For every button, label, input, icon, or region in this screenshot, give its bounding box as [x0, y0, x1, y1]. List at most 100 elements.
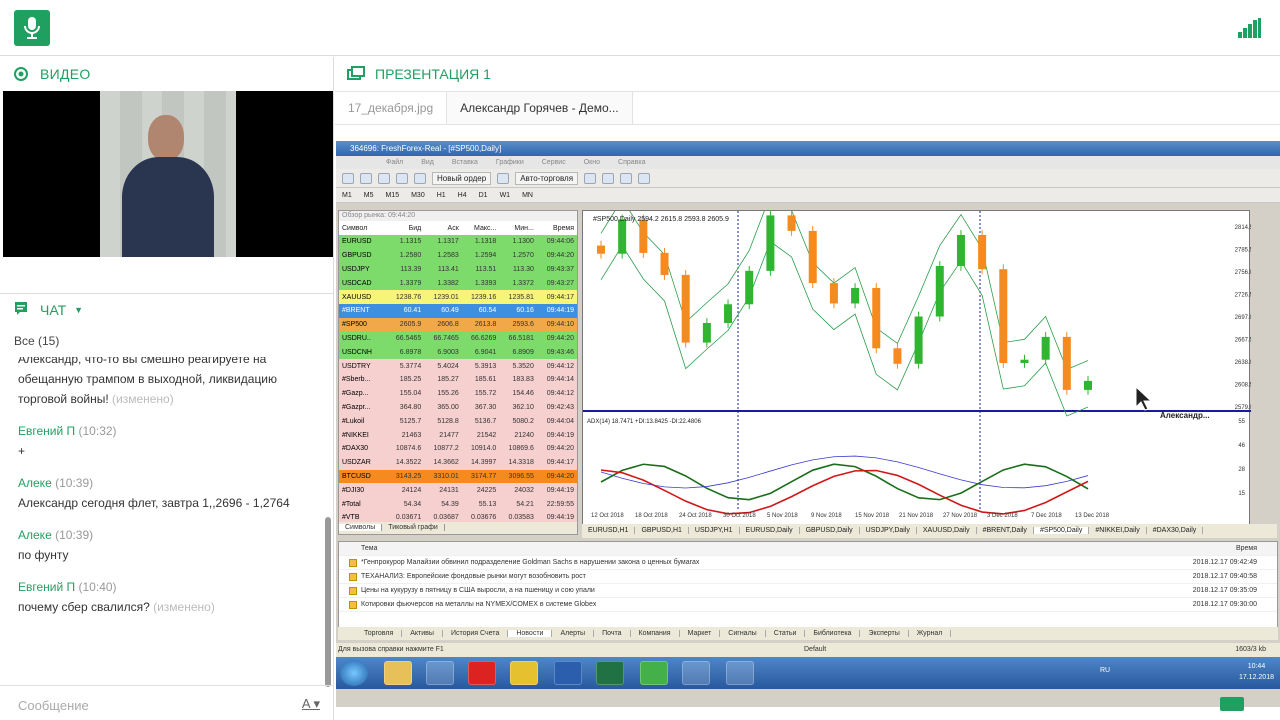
chart-tab[interactable]: #BRENT,Daily: [976, 527, 1034, 534]
mt-menu-item[interactable]: Справка: [618, 159, 645, 166]
terminal-tab[interactable]: Алерты: [552, 630, 595, 637]
tab-symbols[interactable]: Символы: [339, 524, 383, 531]
tab-demo[interactable]: Александр Горячев - Демо...: [447, 92, 633, 124]
tab-image[interactable]: 17_декабря.jpg: [335, 92, 448, 124]
excel-icon[interactable]: [596, 661, 624, 685]
chat-header[interactable]: ЧАТ ▼: [0, 293, 334, 325]
mt-menu-item[interactable]: Сервис: [542, 159, 566, 166]
zoom-in-icon[interactable]: [620, 172, 633, 184]
microphone-logo-icon[interactable]: [14, 10, 50, 46]
terminal-tab[interactable]: Компания: [630, 630, 680, 637]
mw-row[interactable]: #DAX30 10874.6 10877.2 10914.0 10869.6 09:44:…: [339, 441, 577, 456]
app-icon[interactable]: [426, 661, 454, 685]
chat-scrollbar[interactable]: [325, 517, 331, 687]
mw-row[interactable]: #NIKKEI 21463 21477 21542 21240 09:44:19: [339, 428, 577, 442]
bar-chart-icon[interactable]: [584, 172, 597, 184]
mw-col-header[interactable]: Аск: [424, 221, 462, 235]
terminal-tab[interactable]: Новости: [508, 630, 553, 637]
mw-row[interactable]: EURUSD 1.1315 1.1317 1.1318 1.1300 09:44:06: [339, 235, 577, 249]
period-button[interactable]: W1: [500, 192, 511, 199]
mw-row[interactable]: USDZAR 14.3522 14.3662 14.3997 14.3318 09:44:…: [339, 455, 577, 470]
mw-row[interactable]: USDTRY 5.3774 5.4024 5.3913 5.3520 09:44:12: [339, 359, 577, 373]
news-row[interactable]: *Генпрокурор Малайзии обвинил подразделе…: [339, 556, 1277, 570]
terminal-tab[interactable]: Сигналы: [720, 630, 766, 637]
window-icon[interactable]: [682, 661, 710, 685]
mw-row[interactable]: XAUUSD 1238.76 1239.01 1239.16 1235.81 09:44:…: [339, 290, 577, 304]
chart-tab[interactable]: #NIKKEI,Daily: [1089, 527, 1147, 534]
video-stream[interactable]: [3, 91, 333, 257]
terminal-tab[interactable]: Библиотека: [805, 630, 861, 637]
mt-menu-item[interactable]: Файл: [386, 159, 403, 166]
terminal-tab[interactable]: Почта: [594, 630, 631, 637]
mw-row[interactable]: #Total 54.34 54.39 55.13 54.21 22:59:55: [339, 497, 577, 511]
window2-icon[interactable]: [726, 661, 754, 685]
chrome-icon[interactable]: [510, 661, 538, 685]
chart-tab[interactable]: EURUSD,Daily: [739, 527, 800, 534]
terminal-tab[interactable]: Маркет: [679, 630, 721, 637]
period-button[interactable]: H1: [437, 192, 446, 199]
chat-filter[interactable]: Все (15): [14, 334, 59, 348]
message-composer[interactable]: Сообщение A ▾: [0, 685, 334, 720]
mw-row[interactable]: USDCNH 6.8978 6.9003 6.9041 6.8909 09:43:46: [339, 345, 577, 360]
news-row[interactable]: Цены на кукурузу в пятницу в США выросли…: [339, 584, 1277, 598]
mw-col-header[interactable]: Макс...: [461, 221, 500, 235]
new-chart-icon[interactable]: [342, 172, 354, 184]
chart-tab[interactable]: GBPUSD,Daily: [799, 527, 860, 534]
terminal-icon[interactable]: [414, 172, 426, 184]
chart-tab[interactable]: USDJPY,H1: [688, 527, 740, 534]
mw-col-header[interactable]: Символ: [339, 221, 387, 235]
news-row[interactable]: ТЕХАНАЛИЗ: Европейские фондовые рынки мо…: [339, 570, 1277, 584]
mw-row[interactable]: #Gazp... 155.04 155.26 155.72 154.46 09:44:12: [339, 386, 577, 401]
text-format-button[interactable]: A ▾: [302, 696, 320, 712]
tab-tick-chart[interactable]: Тиковый графи: [382, 524, 445, 531]
mw-row[interactable]: #Sberb... 185.25 185.27 185.61 183.83 09:44:1…: [339, 372, 577, 387]
period-button[interactable]: M15: [385, 192, 399, 199]
chart-tab[interactable]: EURUSD,H1: [582, 527, 636, 534]
autotrade-button[interactable]: Авто-торговля: [515, 171, 579, 185]
metatrader-icon[interactable]: [640, 661, 668, 685]
chart-tab[interactable]: #DAX30,Daily: [1146, 527, 1204, 534]
news-row[interactable]: Котировки фьючерсов на металлы на NYMEX/…: [339, 598, 1277, 612]
mw-row[interactable]: #SP500 2605.9 2606.8 2613.8 2593.6 09:44:10: [339, 317, 577, 332]
chat-dropdown-icon[interactable]: ▼: [74, 305, 83, 315]
mw-col-header[interactable]: Время: [536, 221, 577, 235]
mw-col-header[interactable]: Мин...: [499, 221, 537, 235]
navigator-icon[interactable]: [396, 172, 408, 184]
message-input[interactable]: Сообщение: [18, 698, 89, 713]
word-icon[interactable]: [554, 661, 582, 685]
explorer-icon[interactable]: [384, 661, 412, 685]
mw-row[interactable]: USDCAD 1.3379 1.3382 1.3393 1.3372 09:43:27: [339, 276, 577, 291]
tray-language[interactable]: RU: [1100, 667, 1110, 674]
period-button[interactable]: MN: [522, 192, 533, 199]
chart-tab[interactable]: XAUUSD,Daily: [916, 527, 977, 534]
tray-clock[interactable]: 10:44 17.12.2018: [1239, 661, 1274, 683]
chart-tab[interactable]: USDJPY,Daily: [859, 527, 917, 534]
chart-tab[interactable]: GBPUSD,H1: [635, 527, 689, 534]
terminal-tab[interactable]: Журнал: [908, 630, 952, 637]
mw-row[interactable]: BTCUSD 3143.25 3310.01 3174.77 3096.55 09:44:…: [339, 469, 577, 484]
period-button[interactable]: M30: [411, 192, 425, 199]
new-order-button[interactable]: Новый ордер: [432, 171, 492, 185]
period-button[interactable]: M1: [342, 192, 352, 199]
mw-row[interactable]: #BRENT 60.41 60.49 60.54 60.16 09:44:19: [339, 303, 577, 318]
mt-menu-item[interactable]: Вид: [421, 159, 434, 166]
start-button-icon[interactable]: [340, 660, 368, 686]
period-button[interactable]: D1: [479, 192, 488, 199]
mw-row[interactable]: #DJI30 24124 24131 24225 24032 09:44:19: [339, 483, 577, 498]
chart-tab[interactable]: #SP500,Daily: [1033, 527, 1090, 534]
price-chart[interactable]: #SP500,Daily 2594.2 2615.8 2593.8 2605.9…: [582, 210, 1251, 530]
mt-menu-item[interactable]: Вставка: [452, 159, 478, 166]
profiles-icon[interactable]: [360, 172, 372, 184]
market-watch-icon[interactable]: [378, 172, 390, 184]
metaeditor-icon[interactable]: [497, 172, 510, 184]
mt-menu-item[interactable]: Окно: [584, 159, 600, 166]
mt-menu-item[interactable]: Графики: [496, 159, 524, 166]
candle-chart-icon[interactable]: [602, 172, 615, 184]
mw-col-header[interactable]: Бид: [386, 221, 425, 235]
period-button[interactable]: H4: [458, 192, 467, 199]
mw-row[interactable]: USDRU.. 66.5465 66.7465 66.6269 66.5181 09:44…: [339, 331, 577, 346]
zoom-out-icon[interactable]: [638, 172, 651, 184]
terminal-tab[interactable]: Статьи: [765, 630, 806, 637]
terminal-tab[interactable]: История Счета: [442, 630, 509, 637]
mw-row[interactable]: GBPUSD 1.2580 1.2583 1.2594 1.2570 09:44:20: [339, 248, 577, 263]
